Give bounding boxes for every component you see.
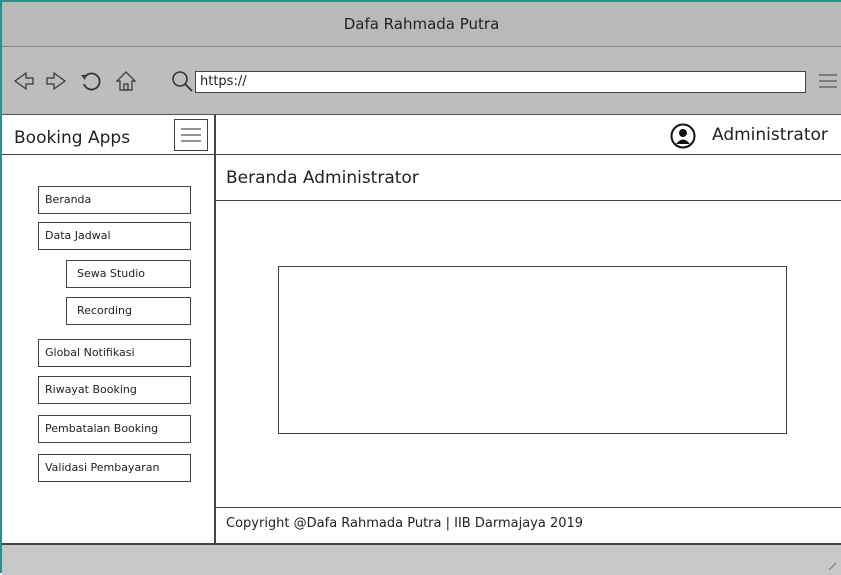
search-icon[interactable] [170, 69, 194, 93]
sidebar-item-riwayat-booking[interactable]: Riwayat Booking [38, 376, 191, 404]
sidebar-item-data-jadwal[interactable]: Data Jadwal [38, 222, 191, 250]
forward-arrow-icon[interactable] [44, 69, 68, 93]
top-header: Administrator [216, 115, 841, 155]
hamburger-menu-icon[interactable] [816, 69, 840, 93]
status-bar [2, 543, 841, 575]
sidebar-item-validasi-pembayaran[interactable]: Validasi Pembayaran [38, 454, 191, 482]
sidebar-item-sewa-studio[interactable]: Sewa Studio [66, 260, 191, 288]
url-input[interactable]: https:// [195, 71, 806, 93]
sidebar-menu-button[interactable] [174, 119, 208, 151]
user-avatar-icon[interactable] [670, 123, 696, 149]
browser-window: Dafa Rahmada Putra https:// Booking Apps… [0, 0, 841, 575]
window-title: Dafa Rahmada Putra [343, 15, 500, 33]
sidebar-item-pembatalan-booking[interactable]: Pembatalan Booking [38, 415, 191, 443]
sidebar-brand: Booking Apps [2, 115, 214, 155]
app-name: Booking Apps [14, 128, 131, 148]
user-name[interactable]: Administrator [712, 125, 828, 145]
page-header: Beranda Administrator [216, 155, 841, 201]
page-title: Beranda Administrator [226, 168, 419, 188]
refresh-icon[interactable] [78, 69, 102, 93]
content-panel [278, 266, 787, 434]
back-arrow-icon[interactable] [12, 69, 36, 93]
sidebar-item-recording[interactable]: Recording [66, 297, 191, 325]
copyright-text: Copyright @Dafa Rahmada Putra | IIB Darm… [226, 516, 584, 531]
sidebar: Booking Apps Beranda Data Jadwal Sewa St… [2, 115, 216, 543]
hamburger-icon [181, 128, 201, 142]
sidebar-item-beranda[interactable]: Beranda [38, 186, 191, 214]
home-icon[interactable] [114, 69, 138, 93]
resize-grip-icon[interactable] [827, 561, 837, 571]
window-titlebar: Dafa Rahmada Putra [2, 2, 841, 47]
sidebar-item-global-notifikasi[interactable]: Global Notifikasi [38, 339, 191, 367]
browser-toolbar: https:// [2, 47, 841, 115]
footer: Copyright @Dafa Rahmada Putra | IIB Darm… [216, 507, 841, 543]
